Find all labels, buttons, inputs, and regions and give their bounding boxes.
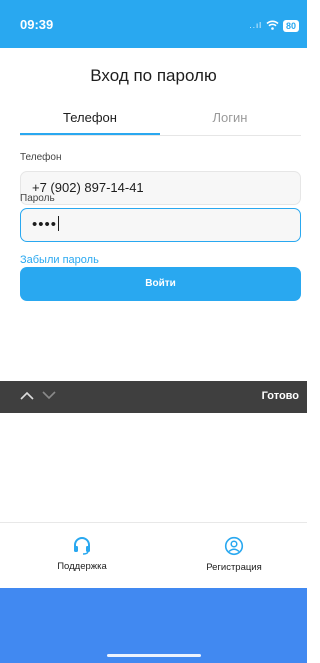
status-time: 09:39 (20, 17, 54, 32)
password-label: Пароль (20, 193, 55, 204)
login-tabs: Телефон Логин (20, 110, 301, 136)
tab-active-indicator (20, 133, 160, 135)
status-bar: 09:39 ..ıl 80 (0, 0, 307, 48)
forgot-password-link[interactable]: Забыли пароль (20, 254, 99, 266)
chevron-down-icon[interactable] (42, 389, 56, 403)
nav-register[interactable]: Регистрация (184, 536, 284, 573)
password-input[interactable]: •••• (20, 208, 301, 242)
phone-input[interactable]: +7 (902) 897-14-41 (20, 171, 301, 205)
signal-icon: ..ıl (249, 21, 262, 30)
headset-icon (72, 537, 92, 559)
nav-register-label: Регистрация (206, 562, 262, 573)
status-indicators: ..ıl 80 (250, 17, 299, 35)
keyboard-toolbar: Готово (0, 381, 307, 413)
page-title: Вход по паролю (90, 66, 217, 85)
home-indicator[interactable] (107, 654, 201, 657)
bottom-nav: Поддержка Регистрация (0, 522, 307, 589)
text-caret (58, 216, 60, 231)
done-button[interactable]: Готово (262, 390, 299, 402)
user-circle-icon (224, 536, 244, 560)
tab-login[interactable]: Логин (160, 110, 300, 125)
nav-support[interactable]: Поддержка (32, 536, 132, 572)
battery-icon: 80 (282, 20, 299, 32)
wifi-icon (266, 17, 279, 35)
tab-phone[interactable]: Телефон (20, 110, 160, 125)
keyboard-area (0, 588, 307, 663)
chevron-up-icon[interactable] (20, 389, 34, 403)
password-value: •••• (32, 216, 58, 233)
nav-support-label: Поддержка (57, 561, 107, 572)
phone-label: Телефон (20, 152, 62, 163)
login-button[interactable]: Войти (20, 267, 301, 301)
